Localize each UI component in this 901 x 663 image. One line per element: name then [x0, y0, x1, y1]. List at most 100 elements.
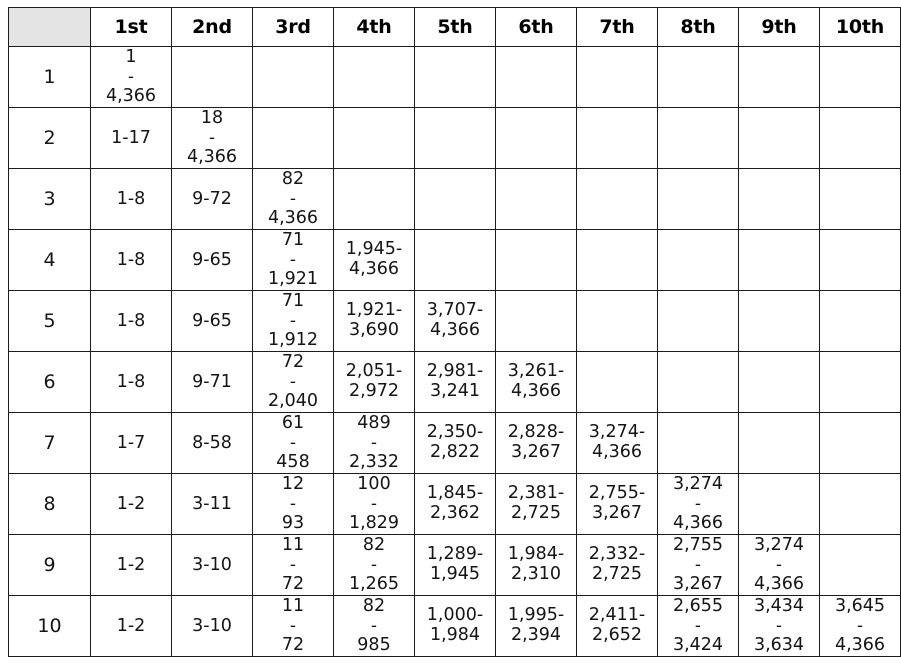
interval-upper-bound: 1,265 — [348, 573, 400, 594]
interval-cell-inner: 72-2,040 — [253, 352, 333, 412]
column-header-4th: 4th — [333, 7, 415, 47]
interval-cell: 1-4,366 — [90, 46, 172, 108]
interval-dash-separator: - — [289, 432, 297, 453]
interval-dash-separator: - — [289, 615, 297, 636]
interval-range-text: 1-2 — [116, 493, 146, 514]
interval-cell-inner: 1-4,366 — [91, 47, 171, 107]
empty-placeholder — [820, 230, 900, 290]
interval-upper-bound: 3,634 — [753, 634, 805, 655]
interval-cell-inner: 1,921- 3,690 — [334, 291, 414, 351]
empty-placeholder — [577, 352, 657, 412]
interval-cell: 1-8 — [90, 229, 172, 291]
row-label-cell: 6 — [8, 351, 91, 413]
empty-placeholder — [496, 47, 576, 107]
interval-cell-inner: 2,655-3,424 — [658, 596, 738, 656]
interval-cell: 1-17 — [90, 107, 172, 169]
interval-range-text: 3-11 — [192, 493, 232, 514]
interval-cell-empty — [819, 351, 901, 413]
interval-upper-bound: 4,366 — [510, 381, 562, 401]
interval-cell: 72-2,040 — [252, 351, 334, 413]
empty-placeholder — [658, 47, 738, 107]
interval-range-text: 1-8 — [116, 310, 146, 331]
interval-lower-bound: 2,381- — [507, 483, 565, 504]
interval-cell: 1-2 — [90, 595, 172, 657]
table-row: 7 1-7 8-58 61-458 489-2,332 2,350- 2,822 2,828-… — [8, 412, 901, 474]
interval-cell-empty — [576, 168, 658, 230]
interval-range-text: 1-7 — [116, 432, 146, 453]
interval-lower-bound: 2,350- — [426, 422, 484, 443]
interval-cell: 3,274-4,366 — [738, 534, 820, 596]
interval-cell-empty — [252, 46, 334, 108]
interval-cell-empty — [171, 46, 253, 108]
empty-placeholder — [334, 169, 414, 229]
interval-cell-empty — [576, 290, 658, 352]
interval-dash-separator: - — [775, 615, 783, 636]
interval-cell-inner: 2,411- 2,652 — [577, 596, 657, 656]
empty-placeholder — [253, 47, 333, 107]
interval-cell: 1,984- 2,310 — [495, 534, 577, 596]
interval-dash-separator: - — [370, 432, 378, 453]
interval-cell-inner: 3-10 — [172, 596, 252, 656]
interval-lower-bound: 1,921- — [345, 300, 403, 321]
empty-placeholder — [658, 291, 738, 351]
interval-range-text: 1-8 — [116, 249, 146, 270]
interval-lower-bound: 82 — [281, 169, 305, 189]
interval-cell-inner: 3-11 — [172, 474, 252, 534]
table-row: 3 1-8 9-72 82-4,366 — [8, 168, 901, 230]
interval-upper-bound: 1,912 — [267, 329, 319, 350]
interval-range-text: 8-58 — [192, 432, 232, 453]
interval-cell-inner: 2,755-3,267 — [577, 474, 657, 534]
interval-lower-bound: 3,707- — [426, 300, 484, 321]
interval-upper-bound: 1,921 — [267, 268, 319, 289]
interval-upper-bound: 3,241 — [429, 381, 481, 401]
interval-cell-empty — [819, 46, 901, 108]
interval-upper-bound: 4,366 — [429, 320, 481, 340]
empty-placeholder — [739, 413, 819, 473]
interval-cell-inner: 1-17 — [91, 108, 171, 168]
interval-cell: 1-8 — [90, 168, 172, 230]
interval-dash-separator: - — [694, 615, 702, 636]
empty-placeholder — [658, 169, 738, 229]
interval-cell-empty — [738, 473, 820, 535]
interval-cell-inner: 1,995- 2,394 — [496, 596, 576, 656]
interval-cell: 3,434-3,634 — [738, 595, 820, 657]
empty-placeholder — [658, 108, 738, 168]
interval-cell-empty — [657, 412, 739, 474]
interval-lower-bound: 1,984- — [507, 544, 565, 565]
interval-dash-separator: - — [775, 554, 783, 575]
interval-lower-bound: 3,274 — [672, 474, 724, 494]
interval-upper-bound: 2,362 — [429, 503, 481, 523]
interval-cell-empty — [819, 107, 901, 169]
interval-lower-bound: 3,261- — [507, 361, 565, 382]
interval-cell: 3,707- 4,366 — [414, 290, 496, 352]
interval-cell: 489-2,332 — [333, 412, 415, 474]
interval-lower-bound: 2,755 — [672, 535, 724, 555]
interval-cell: 2,350- 2,822 — [414, 412, 496, 474]
interval-cell-inner: 82-4,366 — [253, 169, 333, 229]
interval-cell-empty — [657, 107, 739, 169]
interval-lower-bound: 11 — [281, 535, 305, 555]
interval-cell-inner: 2,381- 2,725 — [496, 474, 576, 534]
row-label-cell: 4 — [8, 229, 91, 291]
interval-upper-bound: 3,267 — [591, 503, 643, 523]
interval-cell: 3,274-4,366 — [576, 412, 658, 474]
interval-cell-empty — [414, 229, 496, 291]
empty-placeholder — [577, 169, 657, 229]
interval-upper-bound: 1,945 — [429, 564, 481, 584]
interval-upper-bound: 93 — [281, 512, 305, 533]
interval-cell: 1-2 — [90, 534, 172, 596]
column-header-1st: 1st — [90, 7, 172, 47]
interval-lower-bound: 1,945- — [345, 239, 403, 260]
interval-lower-bound: 2,655 — [672, 596, 724, 616]
interval-lower-bound: 71 — [281, 291, 305, 311]
interval-cell: 18-4,366 — [171, 107, 253, 169]
interval-lower-bound: 2,411- — [588, 605, 646, 626]
interval-cell-empty — [819, 290, 901, 352]
interval-cell-inner: 3-10 — [172, 535, 252, 595]
interval-lower-bound: 1,289- — [426, 544, 484, 565]
interval-cell: 1,921- 3,690 — [333, 290, 415, 352]
interval-upper-bound: 4,366 — [186, 146, 238, 167]
table-row: 5 1-8 9-65 71-1,912 1,921- 3,690 3,707- 4,366 — [8, 290, 901, 352]
column-header-2nd: 2nd — [171, 7, 253, 47]
interval-cell-empty — [657, 168, 739, 230]
